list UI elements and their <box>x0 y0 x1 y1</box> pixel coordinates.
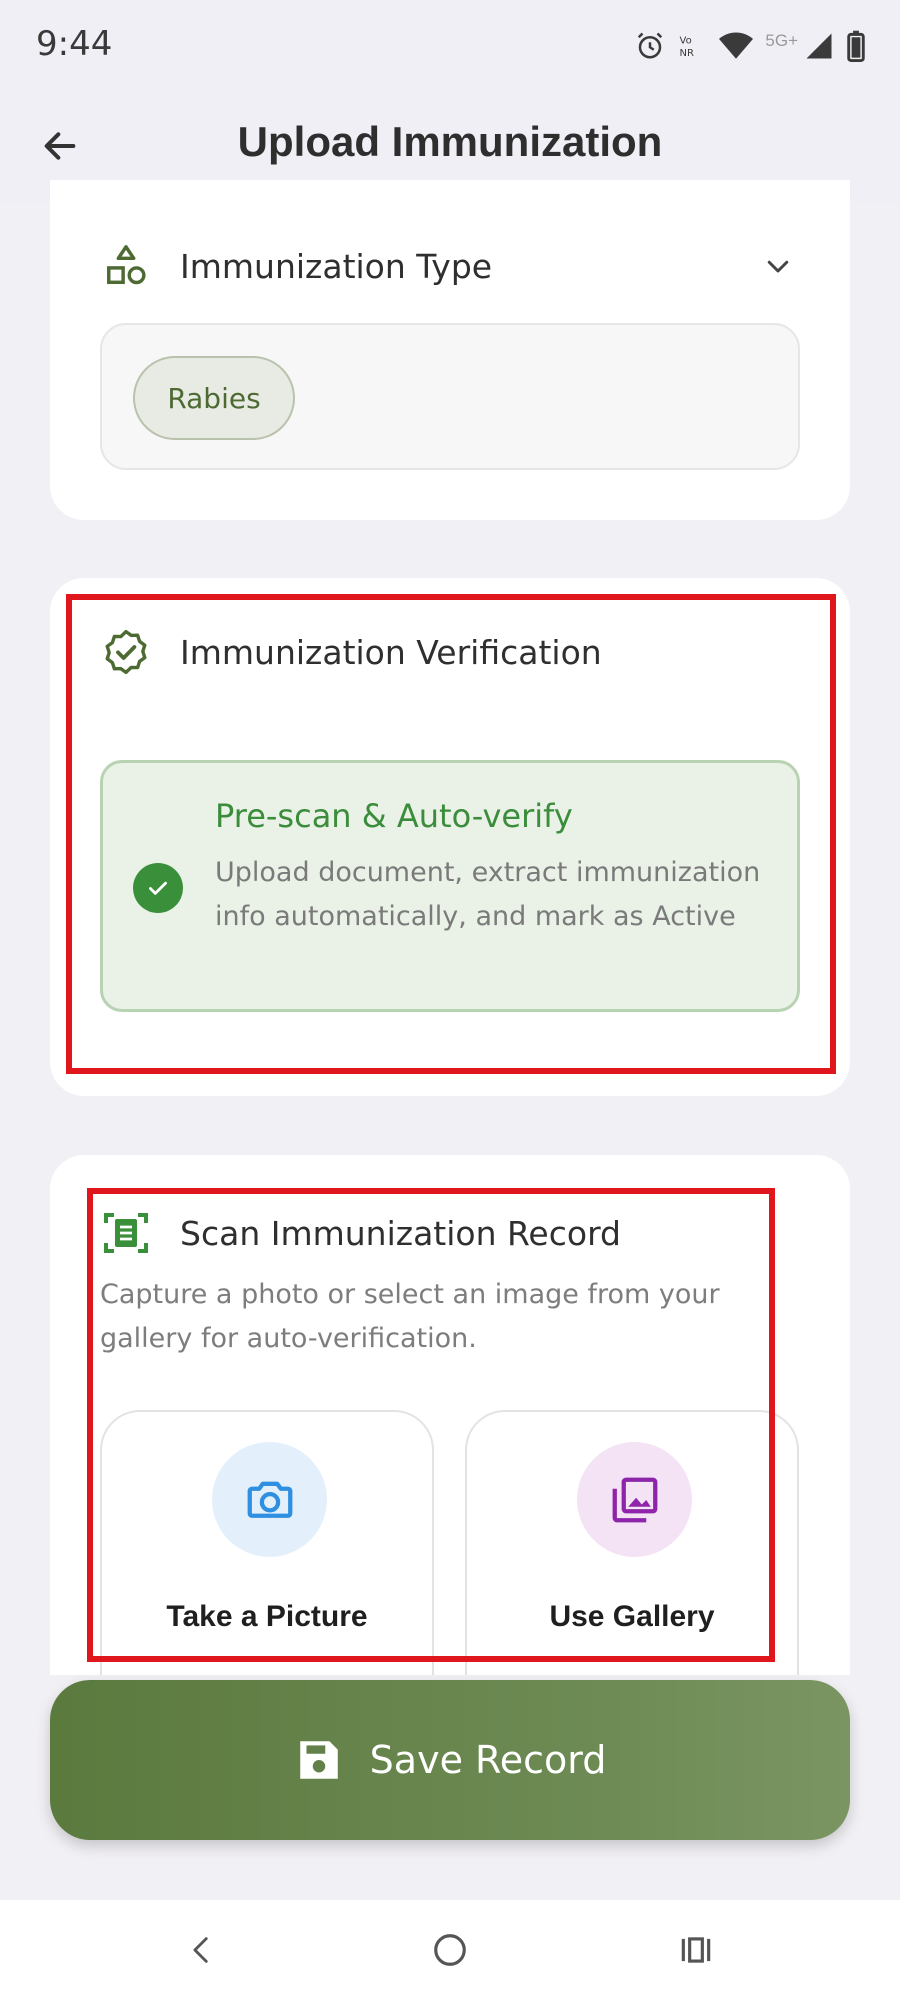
svg-text:NR: NR <box>680 48 694 59</box>
shapes-icon <box>100 240 152 292</box>
verification-card: Immunization Verification Pre-scan & Aut… <box>50 578 850 1096</box>
take-picture-label: Take a Picture <box>166 1600 368 1633</box>
page-title: Upload Immunization <box>237 118 663 165</box>
option-description: Upload document, extract immunization in… <box>215 857 761 932</box>
verification-title: Immunization Verification <box>180 632 602 672</box>
status-time: 9:44 <box>36 24 113 64</box>
camera-icon <box>212 1442 327 1557</box>
nav-recents-button[interactable] <box>668 1922 724 1978</box>
check-circle-icon <box>133 863 183 913</box>
status-bar: 9:44 Vo NR 5G+ <box>0 0 900 92</box>
immunization-type-title: Immunization Type <box>180 246 493 286</box>
scan-record-header: Scan Immunization Record <box>100 1207 621 1259</box>
scan-description: Capture a photo or select an image from … <box>100 1279 720 1354</box>
chevron-down-icon[interactable] <box>758 246 798 286</box>
battery-icon <box>846 30 866 62</box>
network-label: 5G+ <box>765 31 798 50</box>
scan-record-card: Scan Immunization Record Capture a photo… <box>50 1155 850 1675</box>
volte-icon: Vo NR <box>677 31 707 61</box>
pre-scan-auto-verify-option[interactable]: Pre-scan & Auto-verify Upload document, … <box>100 760 800 1012</box>
save-record-button[interactable]: Save Record <box>50 1680 850 1840</box>
alarm-icon <box>635 31 665 61</box>
nav-back-button[interactable] <box>174 1922 230 1978</box>
system-nav-bar <box>0 1900 900 1999</box>
take-picture-button[interactable]: Take a Picture <box>100 1410 434 1675</box>
save-icon <box>294 1735 344 1785</box>
rabies-chip[interactable]: Rabies <box>133 356 295 440</box>
immunization-type-box: Rabies <box>100 323 800 470</box>
scan-record-title: Scan Immunization Record <box>180 1213 622 1253</box>
verification-header: Immunization Verification <box>100 626 602 678</box>
document-scanner-icon <box>100 1207 152 1259</box>
nav-home-button[interactable] <box>422 1922 478 1978</box>
wifi-icon <box>719 31 754 61</box>
photo-library-icon <box>577 1442 692 1557</box>
immunization-type-card: Immunization Type Rabies <box>50 180 850 520</box>
use-gallery-button[interactable]: Use Gallery <box>465 1410 799 1675</box>
option-title: Pre-scan & Auto-verify <box>215 797 573 835</box>
immunization-type-header[interactable]: Immunization Type <box>100 240 492 292</box>
status-icons: Vo NR 5G+ <box>635 26 866 66</box>
use-gallery-label: Use Gallery <box>549 1600 715 1633</box>
signal-icon <box>804 31 834 61</box>
svg-text:Vo: Vo <box>680 36 692 47</box>
save-record-label: Save Record <box>369 1738 607 1782</box>
verified-badge-icon <box>100 626 152 678</box>
